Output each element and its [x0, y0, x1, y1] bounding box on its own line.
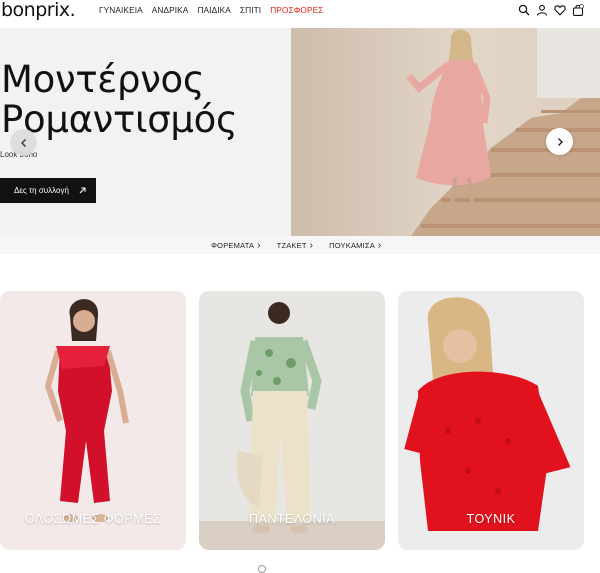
header-icons — [518, 4, 584, 16]
arrow-up-right-icon — [79, 187, 86, 194]
chevron-right-icon — [557, 137, 563, 146]
nav-item-women[interactable]: ΓΥΝΑΙΚΕΙΑ — [99, 5, 143, 15]
category-card-tunics[interactable]: ΤΟΥΝΙΚ — [398, 291, 584, 550]
nav-item-home[interactable]: ΣΠΙΤΙ — [240, 5, 261, 15]
logo[interactable]: bonprix. — [1, 0, 76, 21]
card-label: ΟΛΟΣΩΜΕΣ ΦΟΡΜΕΣ — [24, 512, 162, 526]
carousel-next-button[interactable] — [546, 128, 573, 155]
main-nav: ΓΥΝΑΙΚΕΙΑ ΑΝΔΡΙΚΑ ΠΑΙΔΙΚΑ ΣΠΙΤΙ ΠΡΟΣΦΟΡΕ… — [99, 5, 332, 15]
header: bonprix. ΓΥΝΑΙΚΕΙΑ ΑΝΔΡΙΚΑ ΠΑΙΔΙΚΑ ΣΠΙΤΙ… — [0, 0, 600, 24]
pagination-dot[interactable] — [258, 565, 266, 573]
hero-banner: Μοντέρνος Ρομαντισμός Look boho Δες τη σ… — [0, 28, 600, 236]
category-card-trousers[interactable]: ΠΑΝΤΕΛΟΝΙΑ — [199, 291, 385, 550]
card-label: ΤΟΥΝΙΚ — [466, 512, 516, 526]
category-link-jackets[interactable]: ΤΖΑΚΕΤ — [277, 240, 313, 251]
nav-item-men[interactable]: ΑΝΔΡΙΚΑ — [152, 5, 189, 15]
category-link-dresses[interactable]: ΦΟΡΕΜΑΤΑ — [211, 240, 261, 251]
hero-title-line2: Ρομαντισμός — [1, 98, 238, 141]
carousel-prev-button[interactable] — [10, 129, 37, 156]
cta-label: Δες τη συλλογή — [14, 186, 69, 195]
cart-icon[interactable] — [572, 4, 584, 16]
search-icon[interactable] — [518, 4, 530, 16]
hero-title-line1: Μοντέρνος — [1, 58, 205, 101]
chevron-left-icon — [20, 138, 26, 147]
nav-item-offers[interactable]: ΠΡΟΣΦΟΡΕΣ — [270, 5, 323, 15]
category-links-bar: ΦΟΡΕΜΑΤΑ ΤΖΑΚΕΤ ΠΟΥΚΑΜΙΣΑ — [0, 236, 600, 254]
category-link-shirts[interactable]: ΠΟΥΚΑΜΙΣΑ — [329, 240, 381, 251]
wishlist-icon[interactable] — [554, 4, 566, 16]
category-card-jumpsuits[interactable]: ΟΛΟΣΩΜΕΣ ΦΟΡΜΕΣ — [0, 291, 186, 550]
view-collection-button[interactable]: Δες τη συλλογή — [0, 178, 96, 203]
account-icon[interactable] — [536, 4, 548, 16]
nav-item-kids[interactable]: ΠΑΙΔΙΚΑ — [197, 5, 230, 15]
hero-title: Μοντέρνος Ρομαντισμός — [1, 58, 238, 141]
card-label: ΠΑΝΤΕΛΟΝΙΑ — [248, 512, 335, 526]
